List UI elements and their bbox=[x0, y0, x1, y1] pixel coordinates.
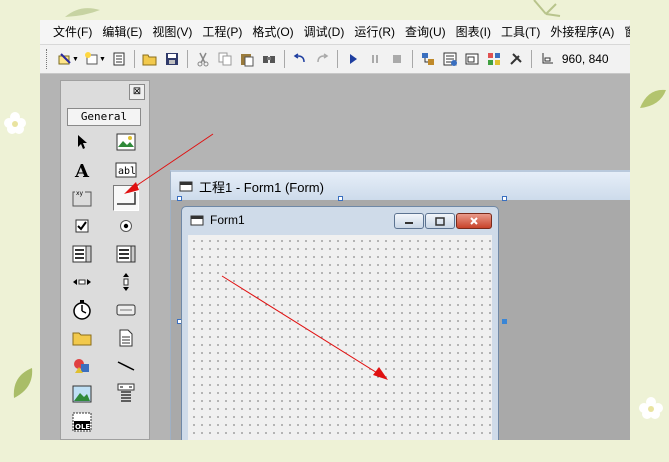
menu-run[interactable]: 运行(R) bbox=[348, 20, 399, 44]
resize-handle[interactable] bbox=[177, 196, 182, 201]
menu-addins[interactable]: 外接程序(A) bbox=[544, 20, 618, 44]
dirlistbox-tool-icon[interactable] bbox=[69, 325, 95, 351]
toolbox-close-button[interactable]: ⊠ bbox=[129, 84, 145, 100]
image-tool-icon[interactable] bbox=[69, 381, 95, 407]
object-browser-icon[interactable] bbox=[483, 48, 505, 70]
end-icon[interactable] bbox=[386, 48, 408, 70]
toolbar-separator bbox=[186, 50, 188, 68]
form-window-icon bbox=[190, 215, 204, 226]
menu-bar: 文件(F) 编辑(E) 视图(V) 工程(P) 格式(O) 调试(D) 运行(R… bbox=[40, 20, 630, 45]
leaf-decoration-top bbox=[65, 8, 100, 17]
toolbar-separator bbox=[133, 50, 135, 68]
form-layout-icon[interactable] bbox=[461, 48, 483, 70]
filelistbox-tool-icon[interactable] bbox=[113, 325, 139, 351]
form1-title: Form1 bbox=[210, 213, 245, 227]
undo-icon[interactable] bbox=[289, 48, 311, 70]
menu-format[interactable]: 格式(O) bbox=[246, 20, 297, 44]
toolbox-tab-general[interactable]: General bbox=[67, 108, 141, 126]
frame-tool-icon[interactable]: xy bbox=[69, 185, 95, 211]
form-designer-title: 工程1 - Form1 (Form) bbox=[199, 179, 324, 195]
standard-toolbar: ▼ ▼ 960, 840 bbox=[40, 45, 630, 74]
menu-diagram[interactable]: 图表(I) bbox=[450, 20, 495, 44]
twig-decoration-top-right bbox=[533, 0, 561, 17]
toolbar-separator bbox=[283, 50, 285, 68]
form1-design-grid[interactable] bbox=[188, 235, 492, 440]
maximize-button[interactable] bbox=[425, 213, 455, 229]
close-button[interactable] bbox=[456, 213, 492, 229]
timer-tool-icon[interactable] bbox=[69, 297, 95, 323]
menu-edit[interactable]: 编辑(E) bbox=[96, 20, 146, 44]
shape-tool-icon[interactable] bbox=[69, 353, 95, 379]
dropdown-arrow-icon[interactable]: ▼ bbox=[99, 56, 106, 63]
open-icon[interactable] bbox=[139, 48, 161, 70]
paste-icon[interactable] bbox=[236, 48, 258, 70]
checkbox-tool-icon[interactable] bbox=[69, 213, 95, 239]
maximize-icon bbox=[435, 216, 445, 226]
pointer-tool-icon[interactable] bbox=[69, 129, 95, 155]
redo-icon[interactable] bbox=[311, 48, 333, 70]
close-icon bbox=[470, 217, 478, 225]
break-icon[interactable] bbox=[364, 48, 386, 70]
listbox-tool-icon[interactable] bbox=[113, 241, 139, 267]
menu-debug[interactable]: 调试(D) bbox=[298, 20, 349, 44]
properties-window-icon[interactable] bbox=[439, 48, 461, 70]
menu-query[interactable]: 查询(U) bbox=[399, 20, 450, 44]
ole-tool-icon[interactable]: OLE bbox=[69, 409, 95, 435]
menu-project[interactable]: 工程(P) bbox=[196, 20, 246, 44]
form-window-icon bbox=[179, 181, 193, 192]
hscrollbar-tool-icon[interactable] bbox=[69, 269, 95, 295]
menu-view[interactable]: 视图(V) bbox=[146, 20, 196, 44]
vb6-ide-screen: 文件(F) 编辑(E) 视图(V) 工程(P) 格式(O) 调试(D) 运行(R… bbox=[40, 20, 630, 440]
svg-text:OLE: OLE bbox=[75, 423, 90, 431]
position-icon bbox=[536, 48, 558, 70]
flower-decoration-left bbox=[4, 112, 26, 134]
cut-icon[interactable] bbox=[192, 48, 214, 70]
menu-window[interactable]: 窗 bbox=[618, 20, 630, 44]
dropdown-arrow-icon[interactable]: ▼ bbox=[72, 56, 79, 63]
optionbutton-tool-icon[interactable] bbox=[113, 213, 139, 239]
minimize-icon bbox=[405, 222, 413, 224]
picturebox-tool-icon[interactable] bbox=[113, 129, 139, 155]
drivelistbox-tool-icon[interactable] bbox=[113, 297, 139, 323]
toolbar-separator bbox=[336, 50, 338, 68]
minimize-button[interactable] bbox=[394, 213, 424, 229]
toolbar-grip[interactable] bbox=[46, 49, 50, 69]
flower-decoration-right bbox=[639, 397, 663, 419]
toolbar-separator bbox=[530, 50, 532, 68]
svg-text:A: A bbox=[74, 161, 90, 179]
line-tool-icon[interactable] bbox=[113, 353, 139, 379]
leaf-decoration-right bbox=[640, 89, 666, 108]
label-tool-icon[interactable]: A bbox=[69, 157, 95, 183]
copy-icon[interactable] bbox=[214, 48, 236, 70]
toolbox-icon[interactable] bbox=[505, 48, 527, 70]
data-tool-icon[interactable] bbox=[113, 381, 139, 407]
position-readout: 960, 840 bbox=[561, 52, 609, 66]
toolbox-panel: ⊠ General A abl xy OLE bbox=[60, 80, 150, 440]
form1-window: Form1 bbox=[181, 206, 499, 440]
combobox-tool-icon[interactable] bbox=[69, 241, 95, 267]
menu-tools[interactable]: 工具(T) bbox=[495, 20, 544, 44]
menu-file[interactable]: 文件(F) bbox=[40, 20, 96, 44]
textbox-tool-icon[interactable]: abl bbox=[113, 157, 139, 183]
save-icon[interactable] bbox=[161, 48, 183, 70]
menu-editor-icon[interactable] bbox=[108, 48, 130, 70]
resize-handle[interactable] bbox=[502, 196, 507, 201]
resize-handle[interactable] bbox=[502, 319, 507, 324]
svg-text:abl: abl bbox=[118, 166, 136, 177]
start-icon[interactable] bbox=[342, 48, 364, 70]
vscrollbar-tool-icon[interactable] bbox=[113, 269, 139, 295]
toolbar-separator bbox=[411, 50, 413, 68]
commandbutton-tool-icon[interactable] bbox=[113, 185, 139, 211]
resize-handle[interactable] bbox=[338, 196, 343, 201]
leaf-decoration-bottom-left bbox=[13, 368, 33, 398]
project-explorer-icon[interactable] bbox=[417, 48, 439, 70]
form-designer-titlebar[interactable]: 工程1 - Form1 (Form) bbox=[171, 172, 630, 200]
find-icon[interactable] bbox=[258, 48, 280, 70]
svg-text:xy: xy bbox=[76, 190, 84, 197]
